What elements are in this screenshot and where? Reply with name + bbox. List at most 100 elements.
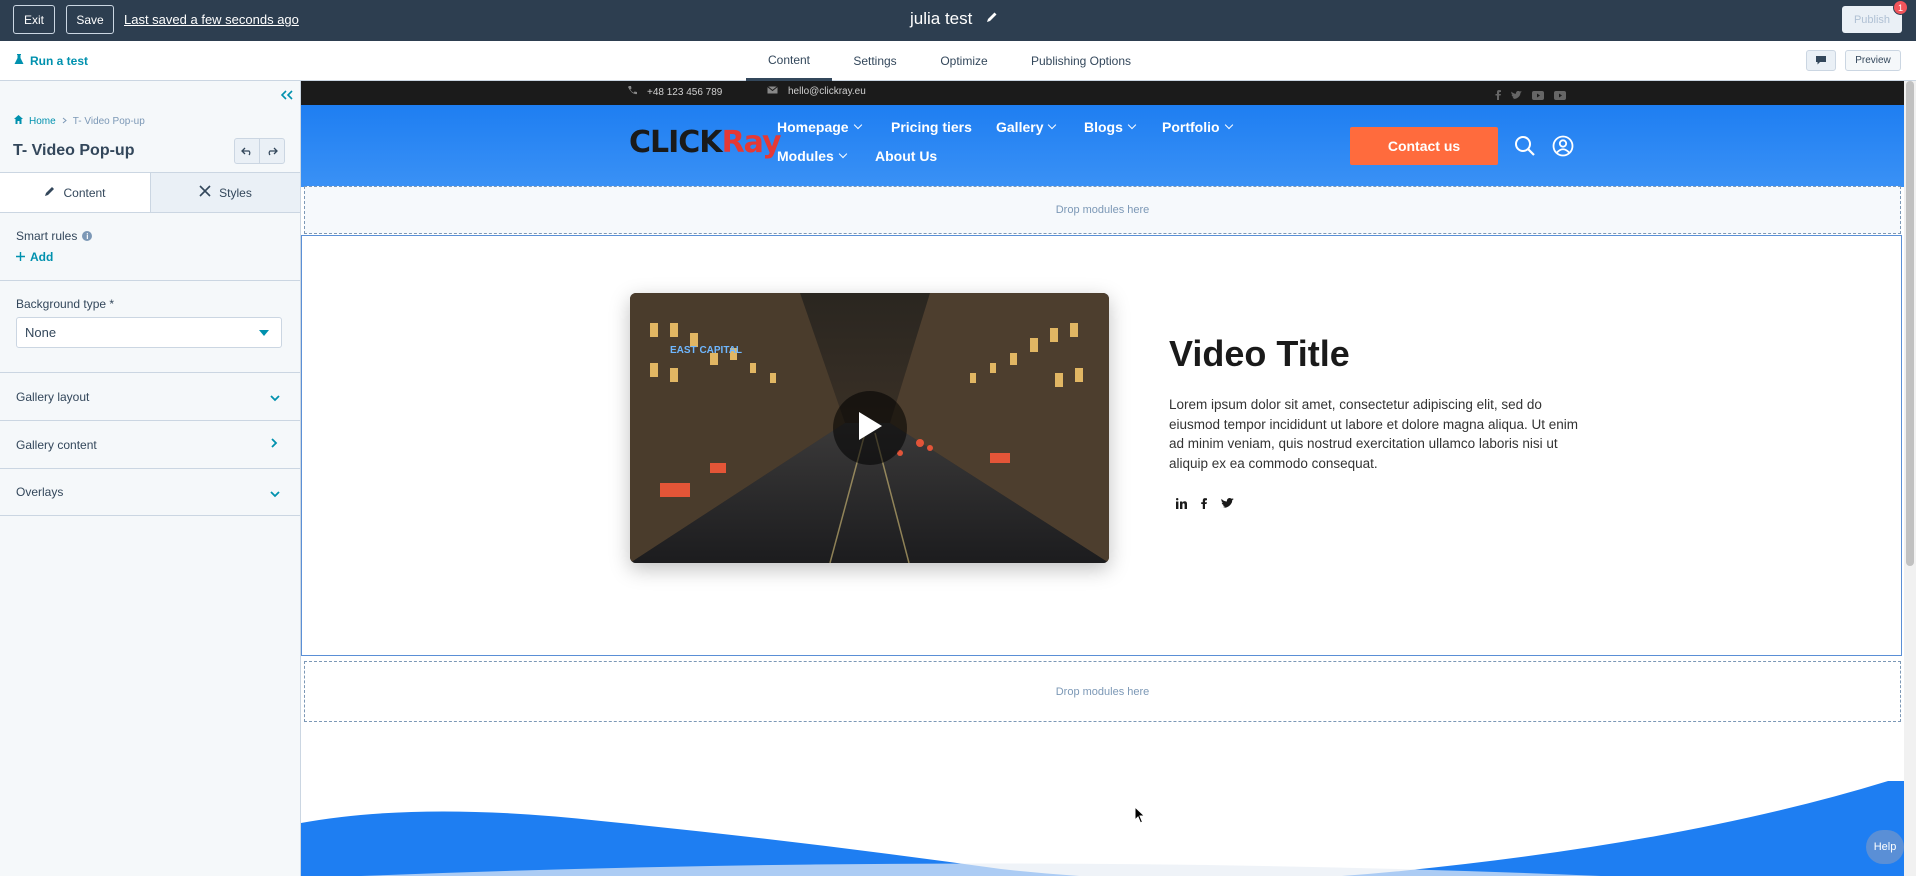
nav-blogs[interactable]: Blogs: [1084, 119, 1137, 135]
breadcrumb-current: T- Video Pop-up: [72, 115, 145, 127]
chevron-right-icon: [271, 437, 278, 451]
logo-text-ray: Ray: [721, 125, 782, 160]
section-label: Overlays: [16, 485, 64, 499]
last-saved-link[interactable]: Last saved a few seconds ago: [124, 12, 299, 27]
video-title: Video Title: [1169, 333, 1350, 374]
add-label: Add: [30, 250, 54, 264]
save-button[interactable]: Save: [66, 5, 114, 34]
site-phone[interactable]: +48 123 456 789: [628, 86, 722, 98]
nav-modules[interactable]: Modules: [777, 148, 848, 164]
smart-rules-text: Smart rules: [16, 229, 78, 243]
drop-zone-top[interactable]: Drop modules here: [304, 186, 1901, 234]
sidebar-tab-styles[interactable]: Styles: [150, 173, 300, 212]
add-smart-rule-button[interactable]: Add: [16, 250, 53, 264]
logo-text-click: CLICK: [629, 125, 723, 160]
pencil-icon[interactable]: [986, 10, 998, 28]
nav-portfolio[interactable]: Portfolio: [1162, 119, 1233, 135]
editor-topbar: Exit Save Last saved a few seconds ago j…: [0, 0, 1916, 41]
site-topbar: +48 123 456 789 hello@clickray.eu: [301, 81, 1904, 105]
info-icon[interactable]: i: [82, 231, 93, 241]
section-overlays[interactable]: Overlays: [0, 468, 300, 516]
module-title: T- Video Pop-up: [13, 142, 135, 159]
svg-text:EAST CAPITAL: EAST CAPITAL: [670, 345, 742, 356]
background-type-select[interactable]: None: [16, 317, 282, 348]
video-thumbnail[interactable]: EAST CAPITAL: [630, 293, 1109, 563]
chevron-down-icon: [838, 149, 848, 159]
plus-icon: [16, 250, 25, 264]
nav-label: Modules: [777, 148, 834, 164]
mouse-cursor-icon: [1134, 805, 1146, 829]
comments-button[interactable]: [1806, 50, 1836, 71]
nav-gallery[interactable]: Gallery: [996, 119, 1057, 135]
sidebar-tab-content[interactable]: Content: [0, 173, 150, 212]
user-icon[interactable]: [1552, 135, 1574, 162]
home-icon: [14, 115, 23, 127]
contact-us-button[interactable]: Contact us: [1350, 127, 1498, 165]
editor-subbar: Run a test Content Settings Optimize Pub…: [0, 41, 1916, 81]
redo-icon[interactable]: [259, 139, 284, 163]
section-label: Gallery content: [16, 437, 97, 452]
nav-label: About Us: [875, 148, 938, 164]
smart-rules-label: Smart rules i: [16, 229, 93, 243]
exit-button[interactable]: Exit: [13, 5, 55, 34]
section-gallery-layout[interactable]: Gallery layout: [0, 372, 300, 420]
video-description: Lorem ipsum dolor sit amet, consectetur …: [1169, 397, 1578, 471]
youtube-icon[interactable]: [1554, 87, 1566, 105]
social-links: [1495, 87, 1566, 105]
nav-about-us[interactable]: About Us: [875, 148, 937, 164]
breadcrumb-home[interactable]: Home: [29, 116, 56, 127]
tab-content[interactable]: Content: [746, 41, 832, 81]
phone-icon: [628, 86, 637, 98]
section-label: Gallery layout: [16, 389, 90, 404]
phone-text: +48 123 456 789: [647, 86, 723, 98]
chevron-down-icon: [1048, 120, 1057, 130]
play-button[interactable]: [833, 391, 907, 465]
nav-label: Portfolio: [1162, 119, 1220, 135]
nav-pricing-tiers[interactable]: Pricing tiers: [891, 119, 972, 135]
double-chevron-left-icon[interactable]: [280, 87, 293, 105]
canvas-scrollbar[interactable]: [1904, 81, 1916, 876]
play-icon: [857, 411, 883, 446]
mail-icon: [767, 86, 778, 97]
facebook-icon[interactable]: [1201, 496, 1207, 514]
chevron-down-icon: [270, 487, 280, 501]
sidebar-tab-content-label: Content: [63, 185, 106, 200]
drop-zone-bottom[interactable]: Drop modules here: [304, 661, 1901, 722]
run-test-label: Run a test: [30, 54, 89, 68]
chevron-right-icon: [62, 116, 67, 127]
linkedin-icon[interactable]: [1176, 496, 1187, 514]
background-type-value: None: [25, 325, 57, 340]
scissors-icon: [199, 185, 211, 200]
divider: [0, 280, 300, 281]
section-gallery-content[interactable]: Gallery content: [0, 420, 300, 468]
chevron-down-icon: [1127, 120, 1137, 130]
help-button[interactable]: Help: [1866, 830, 1904, 864]
site-email[interactable]: hello@clickray.eu: [767, 86, 866, 97]
search-icon[interactable]: [1514, 135, 1536, 162]
youtube-icon[interactable]: [1532, 87, 1544, 105]
preview-button[interactable]: Preview: [1845, 50, 1901, 71]
nav-label: Gallery: [996, 119, 1044, 135]
background-type-label: Background type *: [16, 297, 115, 311]
sidebar-tab-styles-label: Styles: [219, 185, 252, 200]
nav-label: Homepage: [777, 119, 849, 135]
run-test-link[interactable]: Run a test: [14, 54, 88, 68]
chat-icon: [1816, 52, 1826, 70]
twitter-icon[interactable]: [1221, 496, 1234, 514]
facebook-icon[interactable]: [1495, 87, 1501, 105]
editor-sidebar: Home T- Video Pop-up T- Video Pop-up Con…: [0, 81, 301, 876]
nav-label: Blogs: [1084, 119, 1123, 135]
tab-optimize[interactable]: Optimize: [932, 41, 996, 81]
page-name[interactable]: julia test: [910, 9, 972, 29]
flask-icon: [14, 54, 24, 68]
site-navbar: CLICKRay Homepage Pricing tiers Gallery …: [301, 105, 1904, 187]
undo-icon[interactable]: [235, 139, 259, 163]
wave-decoration: [301, 781, 1904, 876]
nav-homepage[interactable]: Homepage: [777, 119, 862, 135]
scrollbar-thumb[interactable]: [1906, 81, 1914, 566]
twitter-icon[interactable]: [1511, 87, 1522, 105]
tab-publishing-options[interactable]: Publishing Options: [1025, 41, 1137, 81]
chevron-down-icon: [853, 120, 862, 130]
tab-settings[interactable]: Settings: [845, 41, 905, 81]
clickray-logo[interactable]: CLICKRay: [629, 125, 782, 160]
